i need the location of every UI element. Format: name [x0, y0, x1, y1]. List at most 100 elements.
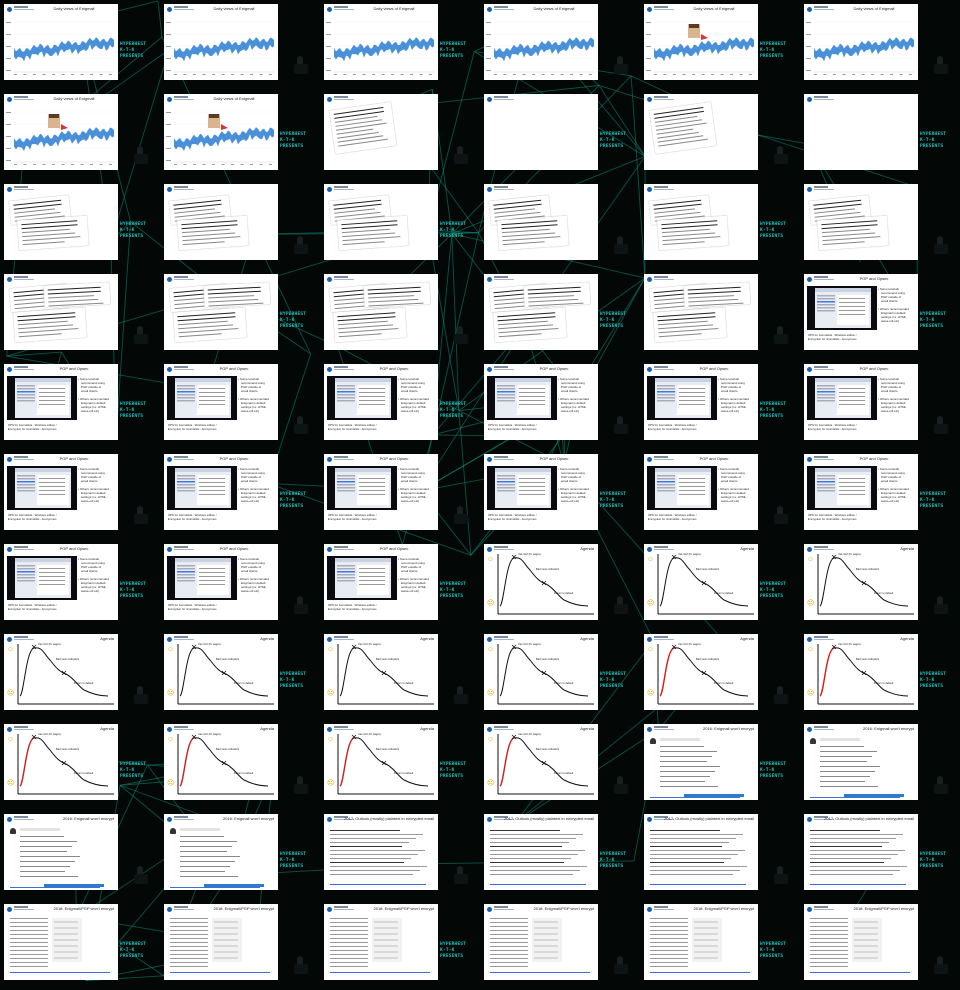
- pgp-bullet-text: swiss-roll etc): [241, 409, 260, 413]
- article-text-line: [650, 934, 688, 935]
- url-link: [650, 972, 750, 974]
- venue-logo-text: HYPERHEST K-T-K PRESENTS: [440, 42, 478, 60]
- email-client-window: [15, 558, 71, 598]
- agenda-label-mid: Bad news indicators: [376, 748, 400, 751]
- article-text-line: [10, 946, 48, 947]
- pgp-caption: Encryption for Journalists - Anonymous: [808, 517, 857, 521]
- pgp-caption: Encryption for Journalists - Anonymous: [808, 337, 857, 341]
- email-client-window: [655, 468, 711, 508]
- thumbnail-cell: 2018: Enigmail/PGP won't encrypt: [160, 900, 320, 990]
- pgp-bullet-text: email clients: [881, 389, 898, 393]
- venue-logo-line: PRESENTS: [440, 774, 464, 779]
- speaker-area: [920, 544, 958, 624]
- slide-title: PGP and Opsec: [59, 546, 89, 551]
- podium: [934, 964, 948, 974]
- logo-icon: [807, 457, 812, 462]
- logo-icon: [487, 187, 492, 192]
- thread-line: [180, 846, 232, 847]
- pgp-bullet-text: email clients: [881, 299, 898, 303]
- logo-subtext: [654, 99, 674, 100]
- slide-thumbnail: Agenda ☺ ☹ Use GUI (fix pages) Bad news indi…: [484, 634, 598, 710]
- pgp-bullet-text: swiss-roll etc): [241, 499, 260, 503]
- thumbnail-cell: Daily views of Enigmail: [800, 0, 960, 90]
- clipping-text-line: [208, 298, 259, 303]
- article-text-line: [490, 954, 528, 955]
- article-text-line: [170, 942, 208, 943]
- slide-title: 2016: Enigmail won't encrypt: [62, 816, 114, 821]
- settings-row: [214, 927, 238, 929]
- thumbnail-cell: 2018: Enigmail/PGP won't encrypt HYPERHES…: [640, 900, 800, 990]
- venue-logo-text: HYPERHEST K-T-K PRESENTS: [120, 942, 158, 960]
- venue-logo-line: PRESENTS: [600, 324, 624, 329]
- thumbnail-cell: HYPERHEST K-T-K PRESENTS: [160, 270, 320, 360]
- thumbnail-cell: PGP and Opsec • Some tutorials recommend u…: [480, 450, 640, 540]
- clipping-text-line: [498, 328, 559, 334]
- article-text-line: [330, 962, 368, 963]
- screenshot-image: [807, 466, 877, 510]
- venue-logo-line: PRESENTS: [920, 504, 944, 509]
- email-client-window: [495, 468, 551, 508]
- venue-logo-line: PRESENTS: [440, 414, 464, 419]
- clipping-text-line: [498, 333, 542, 338]
- logo-text: [174, 816, 188, 818]
- logo-text: [174, 186, 188, 188]
- slide-thumbnail: Agenda ☺ ☹ Use GUI (fix pages) Bad news indi…: [4, 724, 118, 800]
- red-highlight-curve: [19, 737, 35, 787]
- thumbnail-cell: HYPERHEST K-T-K PRESENTS: [640, 180, 800, 270]
- thread-line: [660, 746, 704, 747]
- speaker-area: [920, 904, 958, 984]
- clipping-text-line: [182, 236, 241, 242]
- settings-row: [854, 957, 878, 959]
- venue-logo-text: HYPERHEST K-T-K PRESENTS: [440, 402, 478, 420]
- logo-icon: [487, 907, 492, 912]
- slide-thumbnail: [644, 184, 758, 260]
- slide-title: 2016: Enigmail won't encrypt: [222, 816, 274, 821]
- agenda-label-mid: Bad news indicators: [536, 568, 560, 571]
- logo-icon: [807, 277, 812, 282]
- settings-row: [534, 951, 558, 953]
- pgp-caption: Encryption for Journalists - Anonymous: [328, 517, 377, 521]
- email-body-line: [650, 842, 729, 843]
- logo-icon: [327, 907, 332, 912]
- venue-logo-text: HYPERHEST K-T-K PRESENTS: [760, 42, 798, 60]
- slide-thumbnail: PGP and Opsec • Some tutorials recommend u…: [4, 364, 118, 440]
- speaker-area: HYPERHEST K-T-K PRESENTS: [760, 544, 798, 624]
- logo-text: [14, 906, 28, 908]
- pgp-bullet-text: swiss-roll etc): [881, 319, 900, 323]
- article-clipping: [523, 282, 591, 308]
- email-body-line: [810, 854, 898, 855]
- slide-thumbnail: PGP and Opsec • Some tutorials recommend u…: [804, 274, 918, 350]
- logo-subtext: [334, 459, 354, 460]
- pgp-bullet-text: email clients: [241, 479, 258, 483]
- settings-row: [374, 921, 398, 923]
- slide-thumbnail: Daily views of Enigmail: [4, 94, 118, 170]
- pgp-caption: Encryption for Journalists - Anonymous: [488, 427, 537, 431]
- thread-line: [820, 746, 864, 747]
- slide-thumbnail: [644, 94, 758, 170]
- logo-subtext: [334, 369, 354, 370]
- slide-title: PGP and Opsec: [379, 366, 409, 371]
- logo-icon: [807, 727, 812, 732]
- thumbnail-cell: 2017: Outlook (mostly) plaintext in encr…: [320, 810, 480, 900]
- slide-thumbnail: [484, 274, 598, 350]
- agenda-label-mid: Bad news indicators: [536, 658, 560, 661]
- article-text-line: [490, 938, 528, 939]
- clipping-text-line: [207, 286, 261, 291]
- speaker-area: HYPERHEST K-T-K PRESENTS: [920, 274, 958, 354]
- thread-line: [20, 861, 75, 862]
- clipping-text-line: [368, 295, 414, 299]
- agenda-curve-chart: [337, 644, 434, 705]
- article-text-line: [170, 954, 208, 955]
- views-area: [654, 37, 754, 62]
- pgp-bullet-text: swiss-roll etc): [241, 589, 260, 593]
- slide-title: 2016: Enigmail won't encrypt: [702, 726, 754, 731]
- email-body-line: [810, 858, 891, 859]
- article-text-line: [170, 922, 208, 923]
- agenda-label-peak: Use GUI (fix pages): [678, 553, 701, 556]
- article-text-line: [170, 946, 208, 947]
- speaker-area: HYPERHEST K-T-K PRESENTS: [120, 4, 158, 84]
- venue-logo-text: HYPERHEST K-T-K PRESENTS: [280, 492, 318, 510]
- happy-emoji-icon: ☺: [647, 556, 655, 563]
- slide-thumbnail: PGP and Opsec • Some tutorials recommend u…: [4, 544, 118, 620]
- logo-text: [14, 186, 28, 188]
